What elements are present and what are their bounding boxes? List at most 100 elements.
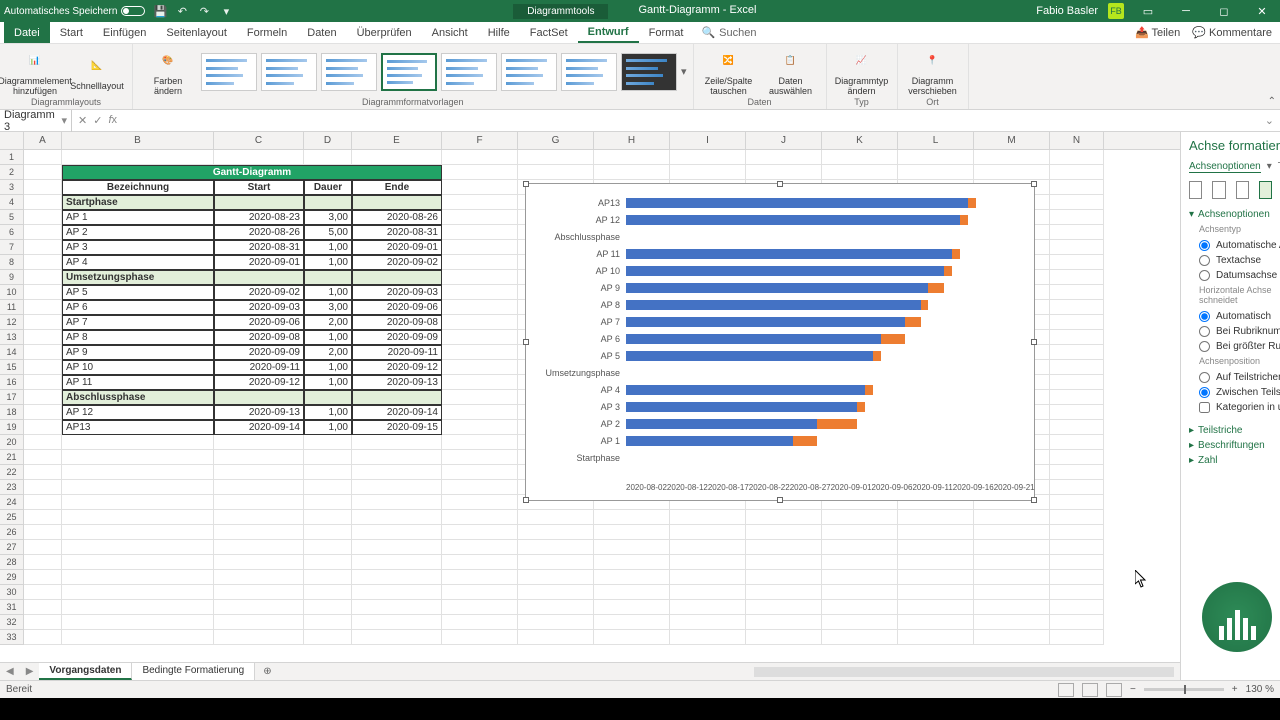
task-name[interactable]: AP 2	[62, 225, 214, 240]
chart-style-2[interactable]	[261, 53, 317, 91]
sheet-tab[interactable]: Vorgangsdaten	[39, 663, 132, 680]
sheet-nav-next-icon[interactable]: ▶	[20, 666, 40, 677]
search-button[interactable]: 🔍 Suchen	[693, 22, 764, 43]
chart-bar-duration[interactable]	[921, 300, 929, 310]
axis-options-icon[interactable]	[1259, 181, 1272, 199]
tab-überprüfen[interactable]: Überprüfen	[347, 22, 422, 43]
row-header[interactable]: 32	[0, 615, 24, 630]
chart-bar-offset[interactable]	[626, 198, 968, 208]
zoom-slider[interactable]	[1144, 688, 1224, 691]
task-duration[interactable]: 1,00	[304, 420, 352, 435]
confirm-formula-icon[interactable]: ✓	[93, 114, 102, 127]
task-end[interactable]: 2020-09-06	[352, 300, 442, 315]
tab-start[interactable]: Start	[50, 22, 93, 43]
task-name[interactable]: AP 12	[62, 405, 214, 420]
chart-category-label[interactable]: AP 8	[530, 300, 626, 310]
view-page-layout-icon[interactable]	[1082, 683, 1098, 697]
chart-bar-duration[interactable]	[857, 402, 865, 412]
table-header[interactable]: Dauer	[304, 180, 352, 195]
task-end[interactable]: 2020-09-09	[352, 330, 442, 345]
chart-style-8[interactable]	[621, 53, 677, 91]
opt-axis-date[interactable]: Datumsachse	[1189, 268, 1272, 283]
tab-entwurf[interactable]: Entwurf	[578, 22, 639, 43]
chart-category-label[interactable]: Abschlussphase	[530, 232, 626, 242]
gantt-chart[interactable]: AP13AP 12AbschlussphaseAP 11AP 10AP 9AP …	[525, 183, 1035, 501]
row-header[interactable]: 4	[0, 195, 24, 210]
chart-category-label[interactable]: AP 5	[530, 351, 626, 361]
row-header[interactable]: 16	[0, 375, 24, 390]
chart-bar-offset[interactable]	[626, 266, 944, 276]
row-header[interactable]: 23	[0, 480, 24, 495]
section-labels[interactable]: ▸ Beschriftungen	[1189, 440, 1272, 451]
col-header-J[interactable]: J	[746, 132, 822, 149]
row-header[interactable]: 25	[0, 510, 24, 525]
row-header[interactable]: 8	[0, 255, 24, 270]
chart-style-1[interactable]	[201, 53, 257, 91]
col-header-G[interactable]: G	[518, 132, 594, 149]
task-name[interactable]: AP 7	[62, 315, 214, 330]
row-header[interactable]: 24	[0, 495, 24, 510]
opt-cross-auto[interactable]: Automatisch	[1189, 309, 1272, 324]
task-start[interactable]: 2020-08-23	[214, 210, 304, 225]
col-header-A[interactable]: A	[24, 132, 62, 149]
col-header-D[interactable]: D	[304, 132, 352, 149]
task-start[interactable]: 2020-09-01	[214, 255, 304, 270]
tab-seitenlayout[interactable]: Seitenlayout	[156, 22, 237, 43]
task-name[interactable]: AP 4	[62, 255, 214, 270]
tab-daten[interactable]: Daten	[297, 22, 346, 43]
table-header[interactable]: Start	[214, 180, 304, 195]
chart-x-axis[interactable]: 2020-08-022020-08-122020-08-172020-08-22…	[626, 483, 1024, 492]
chart-bar-duration[interactable]	[928, 283, 944, 293]
expand-formula-bar-icon[interactable]: ⌄	[1259, 114, 1280, 127]
chart-bar-offset[interactable]	[626, 385, 865, 395]
row-header[interactable]: 13	[0, 330, 24, 345]
chart-bar-offset[interactable]	[626, 317, 905, 327]
task-end[interactable]: 2020-09-14	[352, 405, 442, 420]
row-header[interactable]: 17	[0, 390, 24, 405]
comments-button[interactable]: 💬 Kommentare	[1192, 26, 1272, 39]
chart-style-3[interactable]	[321, 53, 377, 91]
col-header-E[interactable]: E	[352, 132, 442, 149]
fill-line-icon[interactable]	[1189, 181, 1202, 199]
chart-category-label[interactable]: AP 6	[530, 334, 626, 344]
qat-customize-icon[interactable]: ▾	[219, 4, 233, 18]
tab-format[interactable]: Format	[639, 22, 694, 43]
task-duration[interactable]: 5,00	[304, 225, 352, 240]
autosave-toggle[interactable]: Automatisches Speichern	[4, 6, 145, 17]
minimize-icon[interactable]: ─	[1172, 1, 1200, 21]
row-header[interactable]: 12	[0, 315, 24, 330]
tab-hilfe[interactable]: Hilfe	[478, 22, 520, 43]
save-icon[interactable]: 💾	[153, 4, 167, 18]
task-end[interactable]: 2020-09-12	[352, 360, 442, 375]
add-sheet-icon[interactable]: ⊕	[255, 666, 279, 677]
user-avatar[interactable]: FB	[1108, 3, 1124, 19]
chart-category-label[interactable]: Startphase	[530, 453, 626, 463]
row-header[interactable]: 20	[0, 435, 24, 450]
user-name[interactable]: Fabio Basler	[1036, 5, 1098, 17]
row-header[interactable]: 28	[0, 555, 24, 570]
chart-bar-duration[interactable]	[865, 385, 873, 395]
sheet-tab[interactable]: Bedingte Formatierung	[132, 663, 255, 680]
table-header[interactable]: Ende	[352, 180, 442, 195]
chart-category-label[interactable]: AP 11	[530, 249, 626, 259]
task-end[interactable]: 2020-09-13	[352, 375, 442, 390]
chart-bar-offset[interactable]	[626, 300, 921, 310]
row-header[interactable]: 7	[0, 240, 24, 255]
task-end[interactable]: 2020-09-01	[352, 240, 442, 255]
chart-category-label[interactable]: AP 2	[530, 419, 626, 429]
opt-pos-between[interactable]: Zwischen Teilstrichen	[1189, 385, 1272, 400]
chart-category-label[interactable]: AP 3	[530, 402, 626, 412]
name-box[interactable]: Diagramm 3▾	[0, 109, 72, 133]
task-end[interactable]: 2020-09-11	[352, 345, 442, 360]
task-name[interactable]: AP 8	[62, 330, 214, 345]
task-end[interactable]: 2020-09-02	[352, 255, 442, 270]
row-header[interactable]: 19	[0, 420, 24, 435]
row-header[interactable]: 9	[0, 270, 24, 285]
task-name[interactable]: AP13	[62, 420, 214, 435]
section-tick-marks[interactable]: ▸ Teilstriche	[1189, 425, 1272, 436]
phase-row[interactable]: Abschlussphase	[62, 390, 214, 405]
chart-bar-offset[interactable]	[626, 402, 857, 412]
task-name[interactable]: AP 11	[62, 375, 214, 390]
fx-icon[interactable]: fx	[108, 114, 117, 127]
row-header[interactable]: 31	[0, 600, 24, 615]
